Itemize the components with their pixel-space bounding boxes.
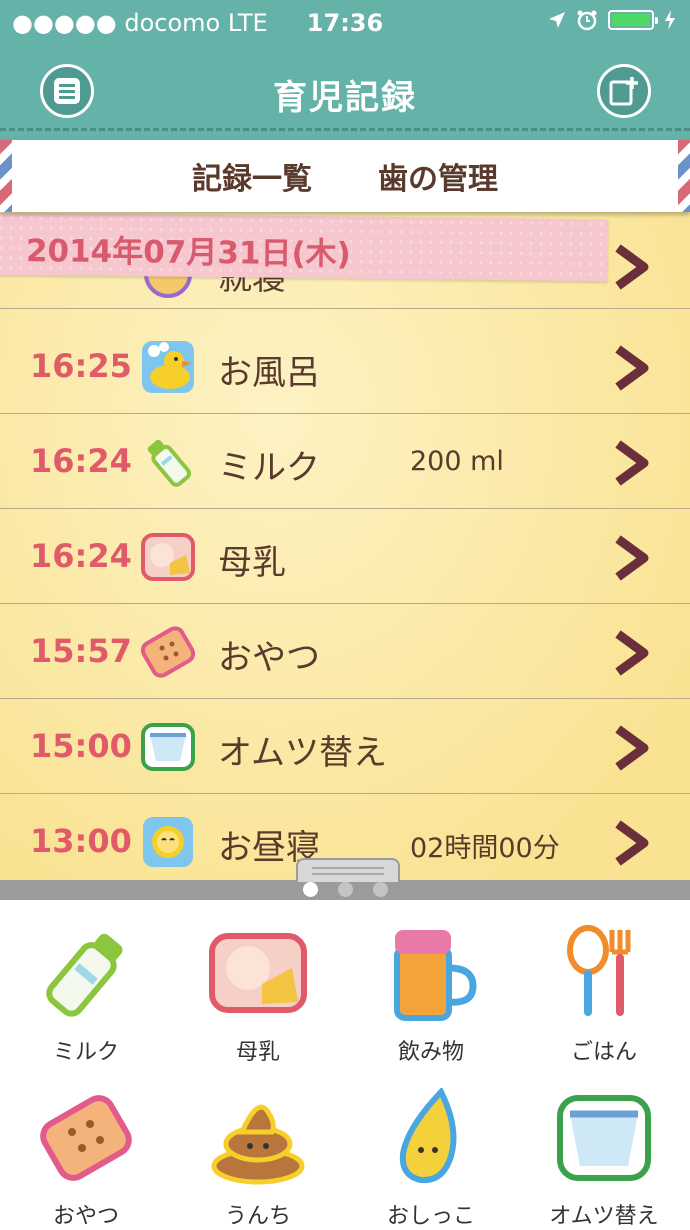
record-time: 16:24 — [30, 442, 132, 480]
list-item[interactable]: 16:24 母乳 — [0, 509, 690, 604]
breastfeed-icon — [141, 533, 195, 581]
button-label: ごはん — [570, 1040, 637, 1065]
record-label: ミルク — [218, 448, 320, 488]
record-time: 16:25 — [30, 347, 132, 385]
cookie-icon — [40, 1095, 132, 1181]
tab-bar: 記録一覧 歯の管理 — [0, 140, 690, 212]
record-amount: 200 ml — [410, 446, 504, 477]
add-record-button[interactable] — [597, 64, 651, 118]
button-label: ミルク — [52, 1040, 119, 1065]
add-drink-button[interactable]: 飲み物 — [345, 908, 517, 1065]
add-pee-button[interactable]: おしっこ — [345, 1072, 517, 1229]
pee-drop-icon — [399, 1088, 457, 1184]
add-diaper-change-button[interactable]: オムツ替え — [518, 1072, 690, 1229]
location-icon — [549, 12, 565, 28]
record-label: オムツ替え — [218, 733, 387, 773]
page-dot-1[interactable] — [302, 882, 318, 897]
list-item[interactable]: 15:00 オムツ替え — [0, 699, 690, 794]
date-header: 2014年07月31日(木) — [0, 212, 609, 282]
record-time: 16:24 — [30, 537, 132, 575]
record-label: おやつ — [218, 638, 320, 678]
add-breastfeed-button[interactable]: 母乳 — [172, 908, 344, 1065]
status-bar: ●●●●● docomo LTE 17:36 — [0, 0, 690, 46]
add-snack-button[interactable]: おやつ — [0, 1072, 172, 1229]
record-time: 15:57 — [30, 632, 132, 670]
sun-icon — [143, 817, 193, 867]
bottle-icon — [147, 439, 192, 487]
record-amount: 02時間00分 — [410, 833, 560, 864]
page-title: 育児記録 — [273, 78, 417, 118]
record-label: 母乳 — [218, 543, 286, 583]
chevron-right-icon — [615, 630, 649, 676]
add-meal-button[interactable]: ごはん — [518, 908, 690, 1065]
alarm-icon — [577, 10, 597, 31]
date-label: 2014年07月31日(木) — [25, 233, 352, 273]
record-time: 15:00 — [30, 727, 132, 765]
record-label: お風呂 — [218, 353, 320, 393]
battery-icon — [608, 10, 658, 30]
record-list[interactable]: 就寝 16:25 お風呂 16:24 ミルク 200 ml 16:24 母乳 1… — [0, 212, 690, 880]
tab-record-list[interactable]: 記録一覧 — [192, 154, 312, 198]
duck-icon — [142, 341, 194, 393]
button-label: おやつ — [52, 1204, 119, 1229]
chevron-right-icon — [615, 820, 649, 866]
spoon-fork-icon — [567, 925, 631, 1016]
chevron-right-icon — [615, 535, 649, 581]
chevron-right-icon — [615, 440, 649, 486]
diaper-icon — [557, 1095, 651, 1181]
add-poop-button[interactable]: うんち — [172, 1072, 344, 1229]
chevron-right-icon — [615, 725, 649, 771]
page-dot-3[interactable] — [372, 882, 388, 897]
list-item[interactable]: 16:25 お風呂 — [0, 319, 690, 414]
nav-header: ●●●●● docomo LTE 17:36 育児記録 — [0, 0, 690, 140]
breastfeed-icon — [209, 933, 307, 1013]
list-item[interactable]: 16:24 ミルク 200 ml — [0, 414, 690, 509]
button-label: うんち — [224, 1204, 291, 1229]
chevron-right-icon — [615, 244, 649, 290]
page-indicator[interactable] — [0, 882, 690, 897]
bottle-icon — [46, 933, 123, 1017]
page-dot-2[interactable] — [337, 882, 353, 897]
status-icons — [548, 9, 676, 31]
airmail-stripe-left — [0, 140, 12, 212]
poop-icon — [211, 1104, 305, 1185]
drink-icon — [394, 930, 477, 1021]
add-record-icon — [609, 77, 638, 106]
cookie-icon — [140, 626, 196, 678]
button-label: おしっこ — [386, 1204, 475, 1229]
button-label: オムツ替え — [549, 1204, 659, 1229]
charging-icon — [665, 10, 675, 30]
tab-teeth-management[interactable]: 歯の管理 — [378, 154, 498, 198]
button-label: 母乳 — [235, 1040, 280, 1065]
button-label: 飲み物 — [397, 1040, 464, 1065]
airmail-stripe-right — [678, 140, 690, 212]
list-item[interactable]: 15:57 おやつ — [0, 604, 690, 699]
chevron-right-icon — [615, 345, 649, 391]
add-milk-button[interactable]: ミルク — [0, 908, 172, 1065]
quick-add-panel: ミルク 母乳 飲み物 ごはん おやつ うんち おしっこ オムツ替え — [0, 900, 690, 1229]
diaper-icon — [141, 723, 195, 771]
record-time: 13:00 — [30, 822, 132, 860]
panel-drag-handle[interactable] — [296, 858, 400, 882]
